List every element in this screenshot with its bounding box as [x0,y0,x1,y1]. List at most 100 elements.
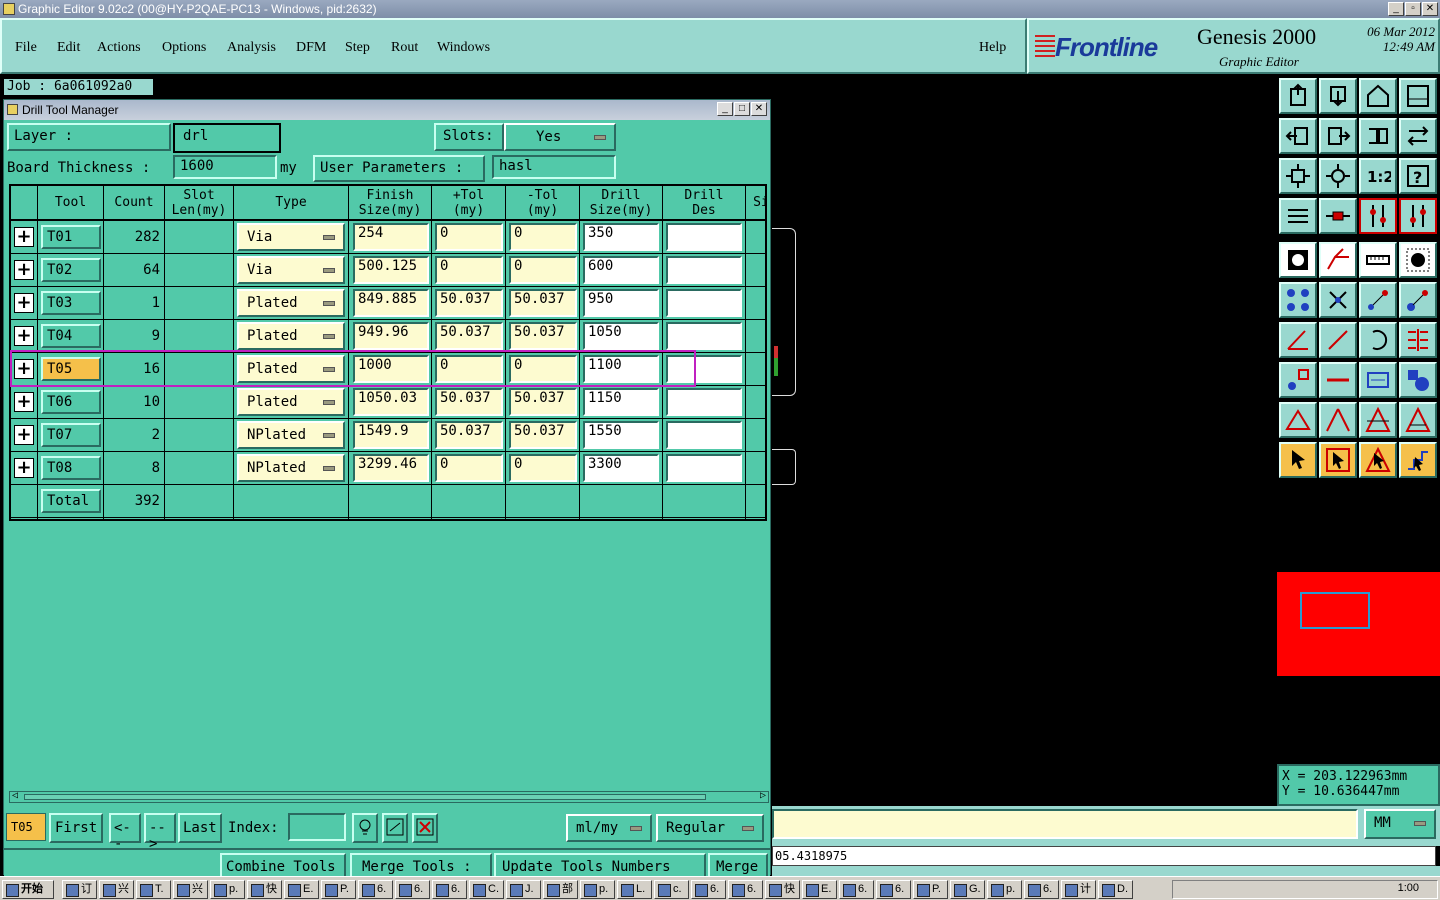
type-dropdown[interactable]: Via [237,223,345,251]
taskbar-item[interactable]: 6. [395,880,430,899]
tool-button[interactable]: T06 [41,390,101,414]
expand-plus-icon[interactable]: + [14,326,34,346]
connect-alt-icon[interactable] [1399,282,1437,318]
expand-plus-icon[interactable]: + [14,425,34,445]
menu-analysis[interactable]: Analysis [227,40,276,56]
shapes-icon[interactable] [1399,362,1437,398]
taskbar-item[interactable]: 计 [1061,880,1096,899]
drill-size-field[interactable]: 600 [583,256,659,284]
line-icon[interactable] [1319,322,1357,358]
table-row[interactable]: + T04 9 Plated 949.96 50.037 50.037 1050 [11,320,765,353]
menu-help[interactable]: Help [979,40,1006,56]
taskbar-item[interactable]: C. [469,880,504,899]
table-row[interactable]: + T03 1 Plated 849.885 50.037 50.037 950 [11,287,765,320]
type-dropdown[interactable]: Plated [237,322,345,350]
last-button[interactable]: Last [178,813,222,843]
finish-size-field[interactable]: 3299.46 [353,454,429,482]
drill-des-field[interactable] [666,388,742,416]
connect-icon[interactable] [1359,282,1397,318]
arc-icon[interactable] [1359,322,1397,358]
index-field[interactable] [288,813,346,841]
minus-tol-field[interactable]: 0 [509,256,577,284]
taskbar-item[interactable]: G. [950,880,985,899]
tool-button[interactable]: T07 [41,423,101,447]
menu-rout[interactable]: Rout [391,40,418,56]
delete-icon[interactable] [412,813,438,843]
taskbar-item[interactable]: 兴 [173,880,208,899]
select-net-icon[interactable] [1359,442,1397,478]
type-dropdown[interactable]: Via [237,256,345,284]
minus-tol-field[interactable]: 50.037 [509,388,577,416]
table-row[interactable]: + T06 10 Plated 1050.03 50.037 50.037 1150 [11,386,765,419]
menu-options[interactable]: Options [162,40,206,56]
nodes-icon[interactable] [1279,282,1317,318]
table-row[interactable]: + T07 2 NPlated 1549.9 50.037 50.037 1550 [11,419,765,452]
triangle-icon[interactable] [1279,402,1317,438]
minimap-viewport[interactable] [1300,592,1370,629]
zoom-center-icon[interactable] [1319,158,1357,194]
plus-tol-field[interactable]: 50.037 [435,421,503,449]
table-row[interactable]: + T01 282 Via 254 0 0 350 [11,221,765,254]
taskbar-item[interactable]: 兴 [99,880,134,899]
plus-tol-field[interactable]: 0 [435,454,503,482]
expand-plus-icon[interactable]: + [14,293,34,313]
expand-plus-icon[interactable]: + [14,260,34,280]
plus-tol-field[interactable]: 50.037 [435,289,503,317]
drill-des-field[interactable] [666,256,742,284]
angle-icon[interactable] [1279,322,1317,358]
layers-icon[interactable] [1359,198,1397,234]
finish-size-field[interactable]: 1050.03 [353,388,429,416]
taskbar-item[interactable]: 订 [62,880,97,899]
cross-icon[interactable] [1319,282,1357,318]
minus-tol-field[interactable]: 50.037 [509,322,577,350]
plus-tol-field[interactable]: 50.037 [435,388,503,416]
hline-icon[interactable] [1319,362,1357,398]
maximize-button[interactable]: ▫ [1405,2,1421,16]
finish-size-field[interactable]: 949.96 [353,322,429,350]
tool-button[interactable]: T08 [41,456,101,480]
drill-size-field[interactable]: 3300 [583,454,659,482]
expand-plus-icon[interactable]: + [14,227,34,247]
polygon-alt-icon[interactable] [1399,402,1437,438]
tool-button[interactable]: T04 [41,324,101,348]
taskbar-item[interactable]: E. [284,880,319,899]
menu-step[interactable]: Step [345,40,370,56]
user-parameters-field[interactable]: hasl [492,155,616,179]
start-button[interactable]: 开始 [2,880,54,899]
menu-actions[interactable]: Actions [97,40,141,56]
table-row[interactable]: + T02 64 Via 500.125 0 0 600 [11,254,765,287]
command-input[interactable] [772,809,1358,839]
taskbar-item[interactable]: c. [654,880,689,899]
drill-size-field[interactable]: 350 [583,223,659,251]
menu-windows[interactable]: Windows [437,40,490,56]
expand-plus-icon[interactable]: + [14,458,34,478]
taskbar-item[interactable]: E. [802,880,837,899]
taskbar-item[interactable]: D. [1098,880,1133,899]
align-icon[interactable] [1399,322,1437,358]
help-icon[interactable]: ? [1399,158,1437,194]
layer-field[interactable]: drl [173,123,281,153]
draw-shape-icon[interactable] [1319,242,1357,278]
next-button[interactable]: --> [144,813,176,852]
taskbar-item[interactable]: 6. [728,880,763,899]
taskbar-item[interactable]: 快 [247,880,282,899]
home-down-icon[interactable] [1319,78,1357,114]
drill-des-field[interactable] [666,223,742,251]
house-icon[interactable] [1359,78,1397,114]
finish-size-field[interactable]: 849.885 [353,289,429,317]
scrollbar-thumb[interactable] [24,794,706,800]
scroll-right-icon[interactable]: ▷ [760,790,766,801]
menu-file[interactable]: File [15,40,37,56]
select-icon[interactable] [1279,442,1317,478]
ruler-icon[interactable] [1359,242,1397,278]
taskbar-item[interactable]: L. [617,880,652,899]
dtm-close-button[interactable]: ✕ [751,102,767,116]
table-row[interactable]: + T08 8 NPlated 3299.46 0 0 3300 [11,452,765,485]
plus-tol-field[interactable]: 0 [435,223,503,251]
units-dropdown[interactable]: MM [1364,809,1436,839]
tool-button[interactable]: T02 [41,258,101,282]
undo-view-icon[interactable] [1359,118,1397,154]
settings-tool-icon[interactable] [1279,198,1317,234]
triangle-alt-icon[interactable] [1319,402,1357,438]
scale-1-2-icon[interactable]: 1:2 [1359,158,1397,194]
